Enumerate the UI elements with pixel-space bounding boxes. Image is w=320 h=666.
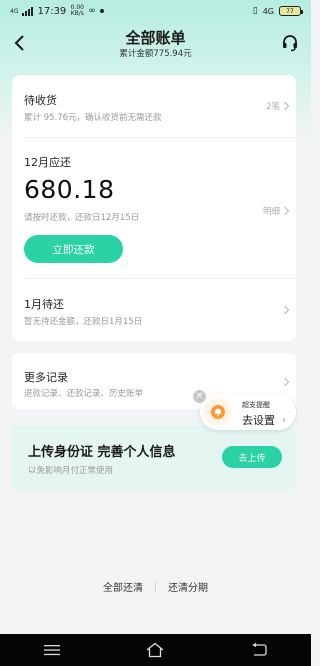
upload-id-title: 上传身份证 完善个人信息 bbox=[28, 445, 176, 460]
divider bbox=[24, 137, 296, 138]
detail-link[interactable]: 明细 bbox=[262, 205, 290, 217]
menu-icon bbox=[43, 645, 60, 656]
more-records-sub: 退款记录、还款记录、历史账单 bbox=[24, 389, 144, 399]
january-due-sub: 暂无待还金额，还款日1月15日 bbox=[24, 317, 143, 327]
status-dot-icon bbox=[99, 9, 104, 13]
chevron-right-icon bbox=[280, 305, 290, 315]
page-header: 全部账单 累计金额775.94元 bbox=[0, 24, 311, 64]
december-due-sub: 请按时还款，还款日12月15日 bbox=[24, 213, 140, 223]
menu-button[interactable] bbox=[32, 636, 72, 664]
pending-receipt-count-text: 2笔 bbox=[266, 102, 280, 112]
back-nav-icon bbox=[252, 643, 267, 656]
signal-icon bbox=[22, 6, 34, 16]
customer-service-button[interactable] bbox=[277, 28, 303, 58]
pending-receipt-count: 2笔 bbox=[266, 100, 290, 112]
bell-icon bbox=[211, 405, 225, 419]
upload-id-sub: 以免影响月付正常使用 bbox=[28, 466, 114, 476]
vibrate-icon: ▯ bbox=[252, 6, 258, 16]
back-nav-button[interactable] bbox=[239, 636, 279, 664]
chevron-right-icon bbox=[280, 101, 290, 111]
cellular-label: 4G bbox=[262, 6, 274, 16]
january-due-label: 1月待还 bbox=[24, 298, 64, 311]
pay-now-button[interactable]: 立即还款 bbox=[24, 235, 123, 263]
upload-button[interactable]: 去上传 bbox=[222, 446, 282, 468]
page-title: 全部账单 bbox=[125, 29, 186, 47]
notification-icon: ∞ bbox=[88, 6, 96, 16]
chevron-right-icon bbox=[280, 206, 290, 216]
headset-icon bbox=[283, 35, 297, 52]
pending-receipt-label: 待收货 bbox=[24, 94, 57, 107]
network-speed: 0.00 KB/s bbox=[70, 4, 84, 17]
bell-icon-wrap bbox=[204, 398, 232, 426]
chevron-right-icon bbox=[280, 377, 290, 387]
system-navigation-bar bbox=[0, 634, 311, 666]
home-button[interactable] bbox=[135, 636, 175, 664]
january-chevron bbox=[280, 305, 290, 315]
footer-links: 全部还清 还清分期 bbox=[0, 579, 311, 594]
detail-link-text: 明细 bbox=[262, 207, 280, 217]
bill-card: 待收货 累计 95.76元，确认收货前无需还款 2笔 12月应还 680.18 … bbox=[12, 75, 296, 341]
upload-id-banner: 上传身份证 完善个人信息 以免影响月付正常使用 去上传 bbox=[12, 425, 296, 491]
network-type-label: 4G bbox=[10, 7, 19, 15]
more-records-chevron bbox=[280, 377, 290, 387]
divider bbox=[155, 581, 156, 592]
december-due-label: 12月应还 bbox=[24, 156, 71, 169]
overspend-reminder-popup: 超支提醒 去设置 › × bbox=[193, 388, 296, 432]
close-icon[interactable]: × bbox=[193, 390, 206, 403]
january-due-row[interactable]: 1月待还 暂无待还金额，还款日1月15日 bbox=[12, 279, 296, 341]
pending-receipt-row[interactable]: 待收货 累计 95.76元，确认收货前无需还款 2笔 bbox=[12, 75, 296, 133]
battery-icon: 77 bbox=[279, 6, 303, 16]
battery-level: 77 bbox=[286, 7, 294, 15]
go-settings-label: 去设置 bbox=[242, 414, 275, 427]
chevron-right-icon: › bbox=[282, 415, 286, 426]
clock: 17:39 bbox=[37, 5, 67, 17]
pay-all-link[interactable]: 全部还清 bbox=[103, 579, 143, 594]
overspend-reminder-button[interactable]: 超支提醒 去设置 › bbox=[200, 394, 296, 430]
december-due-amount: 680.18 bbox=[24, 175, 115, 204]
total-amount-subtitle: 累计金额775.94元 bbox=[119, 49, 192, 59]
settle-installments-link[interactable]: 还清分期 bbox=[168, 579, 208, 594]
status-bar: 4G 17:39 0.00 KB/s ∞ ▯ 4G 77 bbox=[0, 0, 311, 22]
home-icon bbox=[147, 642, 164, 658]
more-records-label: 更多记录 bbox=[24, 371, 68, 384]
pending-receipt-sub: 累计 95.76元，确认收货前无需还款 bbox=[24, 113, 162, 123]
overspend-reminder-label: 超支提醒 bbox=[242, 401, 270, 409]
